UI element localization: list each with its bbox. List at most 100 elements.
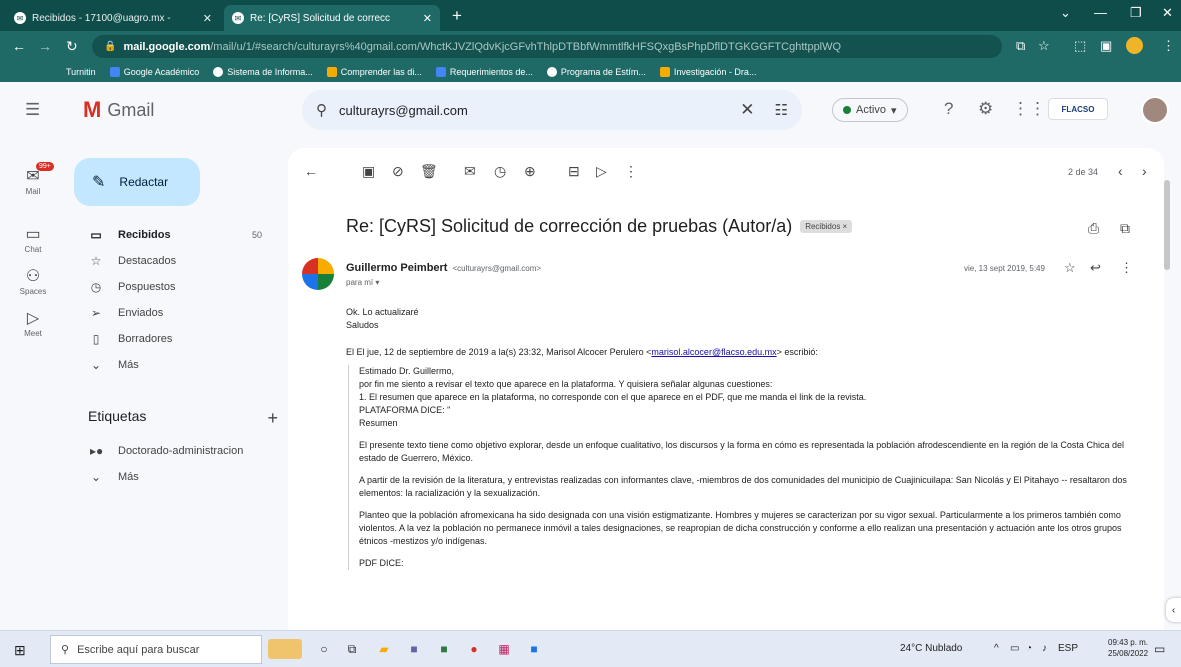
search-options-icon[interactable]: ☷	[775, 101, 788, 119]
bookmark-turnitin[interactable]: Turnitin	[66, 67, 96, 77]
extensions-icon[interactable]: ⬚	[1074, 38, 1086, 54]
open-new-window-icon[interactable]: ⧉	[1120, 220, 1130, 237]
nav-starred[interactable]: ☆ Destacados	[66, 248, 276, 274]
browser-tab-inbox[interactable]: ✉ Recibidos - 17100@uagro.mx - ✕	[6, 5, 220, 31]
institution-logo[interactable]: FLACSO	[1048, 98, 1108, 120]
report-spam-icon[interactable]: ⊘	[392, 163, 404, 180]
sender-avatar[interactable]	[302, 258, 334, 290]
weather-widget[interactable]: 24°C Nublado	[900, 643, 962, 654]
close-window-icon[interactable]: ✕	[1162, 5, 1173, 21]
profile-avatar-icon[interactable]	[1126, 37, 1143, 54]
snooze-icon[interactable]: ◷	[494, 163, 506, 180]
archive-icon[interactable]: ▣	[362, 163, 375, 180]
side-panel-toggle-icon[interactable]: ‹	[1166, 598, 1181, 622]
rail-mail[interactable]: ✉ 99+ Mail	[0, 162, 66, 196]
label-doctorado[interactable]: ▸● Doctorado-administracion	[66, 438, 276, 464]
back-arrow-icon[interactable]: ←	[12, 38, 26, 54]
older-chevron-icon[interactable]: ›	[1142, 163, 1147, 179]
sender-name[interactable]: Guillermo Peimbert	[346, 262, 447, 274]
volume-icon[interactable]: ♪	[1042, 643, 1047, 654]
pdf-app-icon[interactable]: ▦	[494, 639, 514, 659]
bookmark-sistema-informacion[interactable]: Sistema de Informa...	[213, 67, 313, 77]
labels-more[interactable]: ⌄ Más	[66, 464, 276, 490]
sidepanel-icon[interactable]: ▣	[1100, 38, 1112, 54]
network-icon[interactable]: ◔	[1026, 643, 1032, 654]
rail-meet[interactable]: ▷ Meet	[0, 308, 66, 338]
help-icon[interactable]: ?	[944, 99, 953, 119]
tray-chevron-up-icon[interactable]: ^	[994, 643, 999, 654]
news-widget-icon[interactable]	[268, 639, 302, 659]
browser-menu-icon[interactable]: ⋮	[1162, 38, 1175, 54]
recipient-toggle[interactable]: para mí ▾	[346, 278, 379, 287]
more-vert-icon[interactable]: ⋮	[1120, 260, 1133, 276]
maximize-icon[interactable]: ❐	[1130, 5, 1142, 21]
email-link[interactable]: marisol.alcocer@flacso.edu.mx	[651, 347, 776, 357]
label-icon[interactable]: ▷	[596, 163, 607, 180]
forward-arrow-icon[interactable]: →	[38, 38, 52, 54]
bookmark-programa-estimulos[interactable]: Programa de Estím...	[546, 67, 646, 77]
search-icon[interactable]: ⚲	[316, 101, 327, 119]
scrollbar-thumb[interactable]	[1164, 180, 1170, 270]
settings-gear-icon[interactable]: ⚙	[978, 99, 993, 119]
language-indicator-icon[interactable]: ESP	[1058, 643, 1078, 654]
cortana-circle-icon[interactable]: ○	[314, 639, 334, 659]
close-tab-icon[interactable]: ✕	[423, 12, 432, 25]
mail-search-bar[interactable]: ⚲ culturayrs@gmail.com ✕ ☷	[302, 90, 802, 130]
nav-more[interactable]: ⌄ Más	[66, 352, 276, 378]
rail-spaces[interactable]: ⚇ Spaces	[0, 266, 66, 296]
task-view-icon[interactable]: ⧉	[342, 639, 362, 659]
account-avatar[interactable]	[1141, 96, 1169, 124]
newer-chevron-icon[interactable]: ‹	[1118, 163, 1123, 179]
nav-sent[interactable]: ➢ Enviados	[66, 300, 276, 326]
main-menu-icon[interactable]: ☰	[25, 100, 40, 120]
bookmark-investigacion[interactable]: Investigación - Dra...	[659, 67, 756, 77]
minimize-icon[interactable]: —	[1094, 5, 1107, 20]
battery-icon[interactable]: ▭	[1010, 643, 1019, 654]
reply-icon[interactable]: ↩	[1090, 260, 1101, 276]
reload-icon[interactable]: ↻	[66, 38, 78, 55]
file-explorer-icon[interactable]: ▰	[374, 639, 394, 659]
nav-drafts[interactable]: ▯ Borradores	[66, 326, 276, 352]
notifications-icon[interactable]: ▭	[1154, 642, 1165, 656]
status-dropdown[interactable]: Activo ▾	[832, 98, 908, 122]
star-icon[interactable]: ☆	[1064, 260, 1076, 276]
bookmark-comprender[interactable]: Comprender las di...	[326, 67, 422, 77]
rail-chat[interactable]: ▭ Chat	[0, 224, 66, 254]
bookmark-star-icon[interactable]: ☆	[1038, 38, 1050, 54]
clear-search-icon[interactable]: ✕	[740, 100, 754, 120]
bookmark-google-academico[interactable]: Google Académico	[109, 67, 199, 77]
compose-button[interactable]: ✎ Redactar	[74, 158, 200, 206]
delete-icon[interactable]: 🗑	[420, 163, 438, 180]
print-icon[interactable]: ⎙	[1088, 220, 1099, 237]
nav-snoozed[interactable]: ◷ Pospuestos	[66, 274, 276, 300]
taskbar-search[interactable]: ⚲ Escribe aquí para buscar	[50, 635, 262, 664]
status-label: Activo	[856, 104, 886, 116]
share-icon[interactable]: ⧉	[1016, 38, 1025, 54]
browser-tab-message[interactable]: ✉ Re: [CyRS] Solicitud de correcc ✕	[224, 5, 440, 31]
windows-start-icon[interactable]: ⊞	[14, 642, 26, 659]
nav-inbox[interactable]: ▭ Recibidos 50	[66, 222, 276, 248]
teams-icon[interactable]: ■	[404, 639, 424, 659]
system-clock[interactable]: 09:43 p. m. 25/08/2022	[1108, 637, 1148, 659]
apps-grid-icon[interactable]: ⋮⋮	[1012, 99, 1046, 119]
bookmark-requerimientos[interactable]: Requerimientos de...	[435, 67, 533, 77]
more-vert-icon[interactable]: ⋮	[624, 163, 638, 180]
add-task-icon[interactable]: ⊕	[524, 163, 536, 180]
app-icon[interactable]: ■	[524, 639, 544, 659]
close-tab-icon[interactable]: ✕	[203, 12, 212, 25]
search-input[interactable]: culturayrs@gmail.com	[339, 103, 740, 118]
gmail-logo[interactable]: M Gmail	[83, 97, 154, 123]
globe-icon	[213, 67, 224, 77]
move-to-icon[interactable]: ⊟	[568, 163, 580, 180]
mark-unread-icon[interactable]: ✉	[464, 163, 476, 180]
back-arrow-icon[interactable]: ←	[304, 163, 318, 179]
store-icon[interactable]: ■	[434, 639, 454, 659]
chrome-icon[interactable]: ●	[464, 639, 484, 659]
message-date: vie, 13 sept 2019, 5:49	[964, 264, 1045, 273]
new-tab-icon[interactable]: +	[452, 6, 462, 26]
body-line: Saludos	[346, 320, 379, 330]
tab-search-chevron-icon[interactable]: ⌄	[1060, 5, 1071, 21]
inbox-label-chip[interactable]: Recibidos ×	[800, 220, 853, 233]
add-label-icon[interactable]: +	[267, 408, 278, 429]
address-bar[interactable]: 🔒 mail.google.com/mail/u/1/#search/cultu…	[92, 35, 1002, 58]
